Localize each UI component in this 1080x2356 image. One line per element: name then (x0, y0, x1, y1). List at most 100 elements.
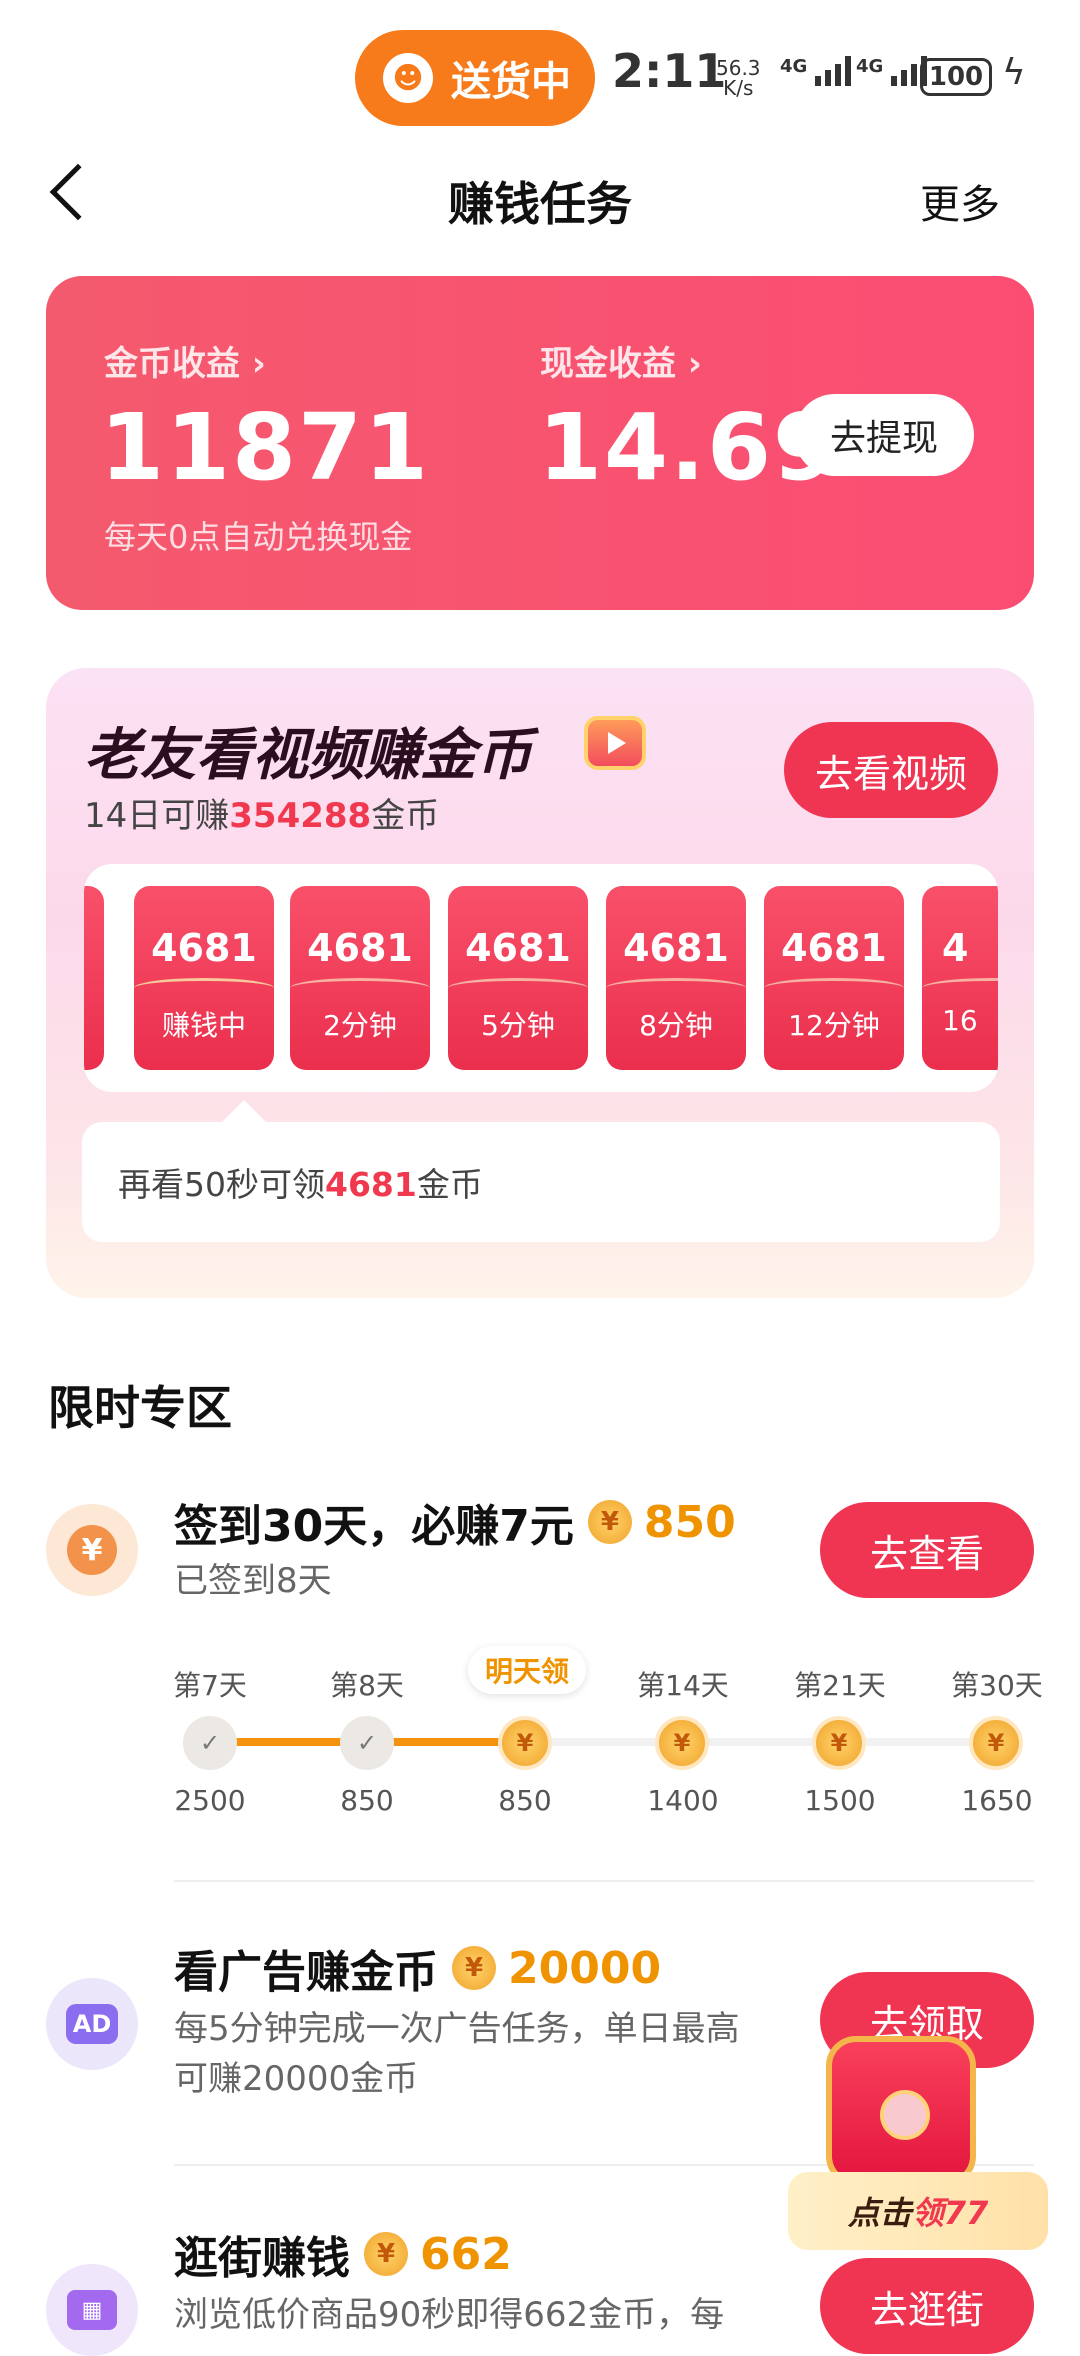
reward-tile-prev (84, 886, 104, 1070)
day-amount: 1500 (804, 1784, 876, 1817)
video-task-card: 老友看视频赚金币 14日可赚354288金币 去看视频 4681 赚钱中 4681… (46, 668, 1034, 1298)
status-bar: ☻ 送货中 2:11 56.3 K/s 4G 4G 100 ϟ (0, 0, 1080, 150)
subtitle-amount: 354288 (229, 796, 372, 836)
divider (174, 1880, 1034, 1882)
chest-reward-button[interactable]: 点击 领77 (788, 2172, 1048, 2250)
day-label: 第14天 (637, 1669, 729, 1702)
ad-icon: AD (66, 2004, 118, 2044)
ad-title: 看广告赚金币 (174, 1947, 438, 1998)
check-icon: ✓ (340, 1716, 394, 1770)
tv-play-icon (584, 716, 646, 770)
coin-icon: ¥ (498, 1716, 552, 1770)
day-label: 第7天 (173, 1669, 247, 1702)
coin-earnings-link[interactable]: 金币收益 › (104, 336, 266, 385)
reward-tile[interactable]: 4681 5分钟 (448, 886, 588, 1070)
coin-icon: ¥ (655, 1716, 709, 1770)
video-task-subtitle: 14日可赚354288金币 (84, 788, 439, 837)
day-amount: 1650 (961, 1784, 1033, 1817)
coin-icon: ¥ (587, 1500, 632, 1544)
clock: 2:11 (612, 44, 727, 98)
progress-tip: 再看50秒可领4681金币 (82, 1100, 1000, 1242)
tile-label: 2分钟 (323, 1009, 397, 1042)
reward-tile[interactable]: 4681 8分钟 (606, 886, 746, 1070)
tomorrow-badge: 明天领 (468, 1646, 586, 1694)
tile-label: 赚钱中 (161, 1009, 246, 1042)
battery-level: 100 (928, 62, 984, 92)
tile-amount: 4681 (307, 926, 413, 970)
tip-prefix: 再看50秒可领 (118, 1165, 325, 1204)
day-amount: 1400 (647, 1784, 719, 1817)
reward-tile[interactable]: 4681 赚钱中 (134, 886, 274, 1070)
tile-label: 8分钟 (639, 1009, 713, 1042)
exchange-note: 每天0点自动兑换现金 (104, 518, 413, 556)
more-button[interactable]: 更多 (920, 172, 1000, 230)
ad-task: AD (46, 1978, 138, 2070)
page-title: 赚钱任务 (448, 177, 632, 231)
delivery-status-pill[interactable]: ☻ 送货中 (355, 30, 595, 126)
day-label: 第21天 (794, 1669, 886, 1702)
withdraw-button[interactable]: 去提现 (794, 394, 974, 476)
chest-label-reward: 领77 (911, 2194, 989, 2232)
yuan-icon: ¥ (67, 1525, 117, 1575)
reward-tile[interactable]: 4 16 (922, 886, 998, 1070)
shop-title-row: 逛街赚钱 ¥ 662 (174, 2222, 512, 2286)
ad-subtitle-line1: 每5分钟完成一次广告任务，单日最高 (174, 2009, 740, 2049)
ad-title-row: 看广告赚金币 ¥ 20000 (174, 1936, 661, 2000)
earnings-card: 金币收益 › 11871 现金收益 › 14.69 去提现 每天0点自动兑换现金 (46, 276, 1034, 610)
store-icon: ▦ (67, 2290, 117, 2330)
battery-icon: 100 (920, 58, 992, 96)
checkin-title-row: 签到30天，必赚7元 ¥ 850 (174, 1490, 736, 1554)
tile-label: 16 (942, 1004, 978, 1037)
delivery-label: 送货中 (451, 59, 571, 105)
signal-icon: 4G (780, 56, 852, 86)
chest-label-prefix: 点击 (847, 2194, 912, 2232)
shop-title: 逛街赚钱 (174, 2233, 350, 2284)
coin-icon: ¥ (452, 1946, 496, 1990)
coin-icon: ¥ (812, 1716, 866, 1770)
delivery-rider-icon: ☻ (383, 53, 433, 103)
ad-reward: 20000 (508, 1942, 662, 1994)
reward-tiles-strip[interactable]: 4681 赚钱中 4681 2分钟 4681 5分钟 4681 8分钟 4681 12分钟… (84, 864, 998, 1092)
network-type-2: 4G (856, 56, 884, 77)
net-speed-value: 56.3 (716, 56, 761, 80)
ad-subtitle-line2: 可赚20000金币 (174, 2059, 419, 2099)
video-task-title: 老友看视频赚金币 (84, 723, 532, 788)
watch-video-button[interactable]: 去看视频 (784, 722, 998, 818)
shop-reward: 662 (420, 2228, 512, 2280)
tile-amount: 4681 (151, 926, 257, 970)
shop-task: ▦ (46, 2264, 138, 2356)
checkin-title: 签到30天，必赚7元 (174, 1501, 574, 1552)
day-amount: 850 (498, 1784, 552, 1817)
shop-subtitle: 浏览低价商品90秒即得662金币，每 (174, 2295, 725, 2335)
tip-suffix: 金币 (416, 1165, 483, 1204)
coin-icon: ¥ (364, 2232, 408, 2276)
coin-earnings-value: 11871 (100, 394, 431, 501)
net-speed-unit: K/s (723, 76, 754, 100)
net-speed: 56.3 K/s (716, 58, 761, 98)
cash-earnings-link[interactable]: 现金收益 › (540, 336, 702, 385)
check-icon: ✓ (183, 1716, 237, 1770)
day-label: 第30天 (951, 1669, 1043, 1702)
charging-bolt-icon: ϟ (1002, 52, 1026, 93)
reward-tile[interactable]: 4681 12分钟 (764, 886, 904, 1070)
signal-icon-2: 4G (856, 56, 928, 86)
reward-tile[interactable]: 4681 2分钟 (290, 886, 430, 1070)
subtitle-prefix: 14日可赚 (84, 796, 230, 836)
coin-icon: ¥ (969, 1716, 1023, 1770)
checkin-task: ¥ (46, 1504, 138, 1596)
treasure-chest-icon[interactable] (826, 2036, 976, 2186)
limited-section-title: 限时专区 (48, 1381, 232, 1435)
tile-amount: 4 (942, 926, 969, 970)
subtitle-suffix: 金币 (371, 796, 440, 836)
cash-earnings-value: 14.69 (538, 394, 840, 501)
network-type-1: 4G (780, 56, 808, 77)
checkin-subtitle: 已签到8天 (174, 1561, 332, 1601)
checkin-view-button[interactable]: 去查看 (820, 1502, 1034, 1598)
tip-amount: 4681 (325, 1165, 417, 1204)
day-amount: 850 (340, 1784, 394, 1817)
checkin-reward: 850 (643, 1496, 736, 1548)
tile-amount: 4681 (465, 926, 571, 970)
day-label: 第8天 (330, 1669, 404, 1702)
tile-amount: 4681 (781, 926, 887, 970)
day-amount: 2500 (174, 1784, 246, 1817)
